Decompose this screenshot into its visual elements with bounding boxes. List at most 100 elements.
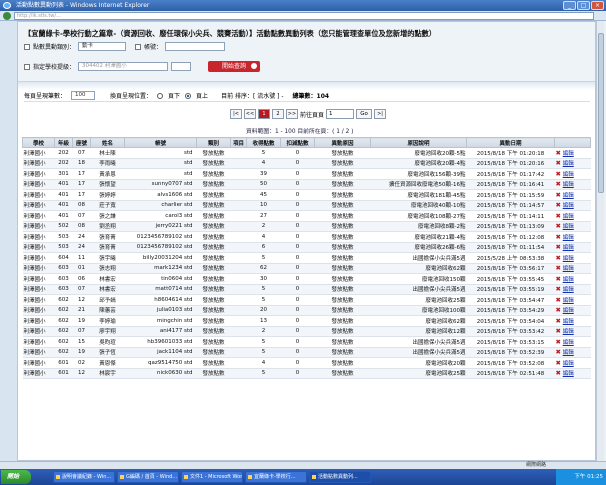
address-field[interactable]: http://ik.stls.tw/... bbox=[14, 12, 594, 20]
edit-link[interactable]: 編輯 bbox=[563, 329, 574, 335]
edit-link[interactable]: 編輯 bbox=[563, 161, 574, 167]
account-checkbox[interactable] bbox=[135, 43, 142, 50]
delete-icon[interactable]: ✖ bbox=[556, 264, 561, 272]
school-extra-input[interactable] bbox=[171, 62, 192, 71]
table-cell: 廢電池回收20顆 bbox=[370, 357, 467, 369]
vertical-scrollbar[interactable] bbox=[596, 21, 604, 461]
table-body: 利澤國小 202 07 林士陳 std 發放點數 5 0 發放點數 廢電池回收20顆-5點 2015… bbox=[22, 147, 591, 379]
table-cell: 27 bbox=[246, 210, 281, 222]
minimize-button[interactable]: _ bbox=[563, 1, 576, 10]
delete-icon[interactable]: ✖ bbox=[556, 201, 561, 209]
page-1-button[interactable]: 1 bbox=[258, 109, 270, 119]
table-cell: 0123456789102 std bbox=[124, 242, 197, 253]
edit-link[interactable]: 編輯 bbox=[563, 151, 574, 157]
category-select[interactable]: 動卡 bbox=[78, 42, 127, 51]
last-page-button[interactable]: >| bbox=[374, 109, 387, 119]
table-cell: 0 bbox=[280, 147, 315, 159]
account-input[interactable] bbox=[165, 42, 226, 51]
edit-link[interactable]: 編輯 bbox=[563, 266, 574, 272]
delete-icon[interactable]: ✖ bbox=[556, 369, 561, 377]
taskbar-item[interactable]: G編碼 / 首頁 - Wind... bbox=[117, 471, 179, 483]
edit-link[interactable]: 編輯 bbox=[563, 214, 574, 220]
edit-link[interactable]: 編輯 bbox=[563, 361, 574, 367]
taskbar-item[interactable]: 說明會議紀錄 - Win... bbox=[53, 471, 115, 483]
next-page-button[interactable]: >> bbox=[286, 109, 298, 119]
edit-link[interactable]: 編輯 bbox=[563, 319, 574, 325]
edit-link[interactable]: 編輯 bbox=[563, 193, 574, 199]
edit-link[interactable]: 編輯 bbox=[563, 235, 574, 241]
delete-icon[interactable]: ✖ bbox=[556, 338, 561, 346]
delete-icon[interactable]: ✖ bbox=[556, 254, 561, 262]
table-cell: 發放點數 bbox=[196, 179, 231, 190]
table-cell: 發放點數 bbox=[196, 284, 231, 295]
delete-icon[interactable]: ✖ bbox=[556, 296, 561, 304]
delete-icon[interactable]: ✖ bbox=[556, 233, 561, 241]
delete-icon[interactable]: ✖ bbox=[556, 275, 561, 283]
taskbar-item[interactable]: 文件1 - Microsoft Word bbox=[181, 471, 243, 483]
edit-link[interactable]: 編輯 bbox=[563, 245, 574, 251]
delete-icon[interactable]: ✖ bbox=[556, 306, 561, 314]
edit-link[interactable]: 編輯 bbox=[563, 182, 574, 188]
radio-top[interactable] bbox=[185, 92, 192, 99]
school-select[interactable]: 304402 利澤國小 bbox=[78, 62, 169, 71]
table-row: 利澤國小 503 24 張育菁 0123456789102 std 發放點數 4 0 發放點數廢… bbox=[22, 231, 591, 243]
table-cell: 2015/8/18 下午 01:14:11 bbox=[466, 210, 555, 222]
edit-link[interactable]: 編輯 bbox=[563, 172, 574, 178]
table-cell: 24 bbox=[72, 231, 91, 243]
table-cell: 15 bbox=[72, 336, 91, 348]
edit-link[interactable]: 編輯 bbox=[563, 277, 574, 283]
maximize-button[interactable]: □ bbox=[577, 1, 590, 10]
delete-icon[interactable]: ✖ bbox=[556, 149, 561, 157]
goto-page-input[interactable]: 1 bbox=[326, 109, 355, 119]
delete-icon[interactable]: ✖ bbox=[556, 327, 561, 335]
row-actions: ✖ 編輯 bbox=[554, 336, 591, 348]
edit-link[interactable]: 編輯 bbox=[563, 203, 574, 209]
taskbar-item[interactable]: 宜蘭綠卡-學校行... bbox=[245, 471, 307, 483]
delete-icon[interactable]: ✖ bbox=[556, 348, 561, 356]
edit-link[interactable]: 編輯 bbox=[563, 298, 574, 304]
table-cell: 20 bbox=[246, 305, 281, 316]
delete-icon[interactable]: ✖ bbox=[556, 359, 561, 367]
edit-link[interactable]: 編輯 bbox=[563, 287, 574, 293]
delete-icon[interactable]: ✖ bbox=[556, 212, 561, 220]
prev-page-button[interactable]: << bbox=[244, 109, 256, 119]
delete-icon[interactable]: ✖ bbox=[556, 243, 561, 251]
radio-bottom[interactable] bbox=[157, 92, 164, 99]
query-button[interactable]: 開始查詢 bbox=[208, 61, 260, 72]
table-cell: 林士陳 bbox=[90, 147, 125, 159]
go-button[interactable]: Go bbox=[356, 109, 373, 119]
scrollbar-thumb[interactable] bbox=[598, 33, 604, 193]
edit-link[interactable]: 編輯 bbox=[563, 371, 574, 377]
table-cell: 發放點數 bbox=[196, 336, 231, 348]
school-checkbox[interactable] bbox=[24, 63, 30, 70]
first-page-button[interactable]: |< bbox=[230, 109, 242, 119]
edit-link[interactable]: 編輯 bbox=[563, 350, 574, 356]
delete-icon[interactable]: ✖ bbox=[556, 180, 561, 188]
delete-icon[interactable]: ✖ bbox=[556, 285, 561, 293]
table-cell: 0 bbox=[280, 336, 315, 348]
per-page-select[interactable]: 100 bbox=[71, 91, 96, 100]
close-button[interactable]: × bbox=[591, 1, 604, 10]
table-row: 利澤國小 602 19 張子恆 jack1104 std 發放點數 5 0 發放點數 出國擔保小尖… bbox=[22, 347, 591, 358]
edit-link[interactable]: 編輯 bbox=[563, 308, 574, 314]
edit-link[interactable]: 編輯 bbox=[563, 256, 574, 262]
table-cell: 30 bbox=[246, 273, 281, 285]
category-checkbox[interactable] bbox=[24, 43, 30, 50]
pager: |< << 1 2 >> 前往頁頁 1 Go >| bbox=[230, 108, 387, 120]
table-cell: 發放點數 bbox=[196, 158, 231, 169]
per-page-label: 每頁呈現筆數： bbox=[24, 93, 67, 100]
table-cell: billy20031204 std bbox=[124, 252, 197, 264]
start-button[interactable]: 開始 bbox=[1, 470, 31, 484]
delete-icon[interactable]: ✖ bbox=[556, 170, 561, 178]
edit-link[interactable]: 編輯 bbox=[563, 224, 574, 230]
delete-icon[interactable]: ✖ bbox=[556, 222, 561, 230]
taskbar-item[interactable]: 活動點數異動列... bbox=[309, 471, 371, 483]
delete-icon[interactable]: ✖ bbox=[556, 159, 561, 167]
table-cell bbox=[230, 368, 247, 379]
edit-link[interactable]: 編輯 bbox=[563, 340, 574, 346]
table-cell: 2015/8/18 下午 01:13:09 bbox=[466, 221, 555, 232]
delete-icon[interactable]: ✖ bbox=[556, 191, 561, 199]
table-cell: 發放點數 bbox=[196, 189, 231, 201]
page-2-button[interactable]: 2 bbox=[272, 109, 284, 119]
delete-icon[interactable]: ✖ bbox=[556, 317, 561, 325]
